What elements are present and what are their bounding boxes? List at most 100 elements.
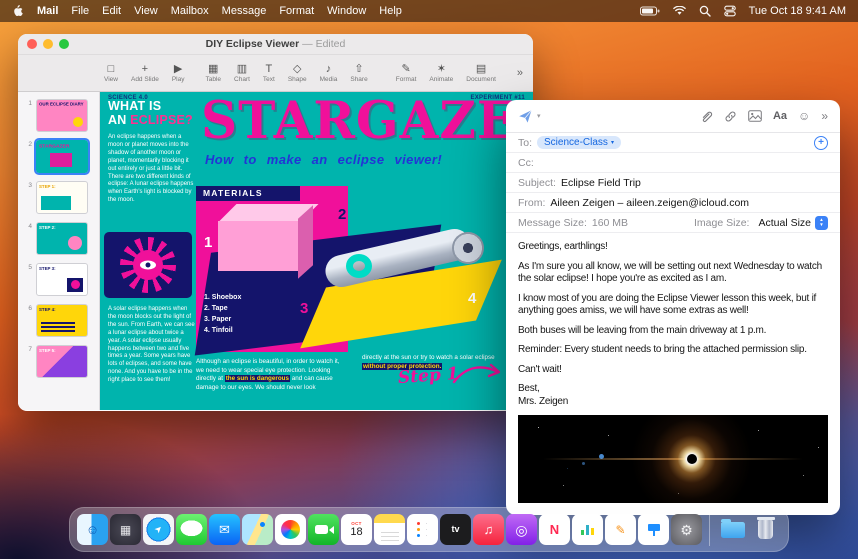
- wifi-icon[interactable]: [672, 6, 686, 16]
- slide-thumbnail-1[interactable]: OUR ECLIPSE DIARY: [36, 99, 88, 132]
- add-slide-button[interactable]: + Add Slide: [131, 63, 159, 83]
- apple-menu-icon[interactable]: [12, 4, 24, 18]
- subject-field[interactable]: Subject: Eclipse Field Trip: [506, 173, 840, 193]
- slide-number: 7: [28, 346, 32, 353]
- cc-field[interactable]: Cc:: [506, 153, 840, 173]
- dock-mail[interactable]: ✉: [209, 514, 240, 545]
- slide-thumb-label: STEP 5:: [39, 348, 56, 353]
- dock-downloads-folder[interactable]: [717, 514, 748, 545]
- body-paragraph: Greetings, earthlings!: [518, 241, 608, 252]
- dock-tv[interactable]: tv: [440, 514, 471, 545]
- slide-thumb-label: STEP 2:: [39, 225, 56, 230]
- photo-browser-icon[interactable]: [748, 110, 762, 122]
- dock-system-settings[interactable]: ⚙: [671, 514, 702, 545]
- send-options-chevron[interactable]: ▾: [537, 112, 541, 120]
- dock-keynote[interactable]: [638, 514, 669, 545]
- document-button[interactable]: ▤ Document: [466, 63, 496, 83]
- menu-message[interactable]: Message: [222, 5, 267, 17]
- slide-row: 1 OUR ECLIPSE DIARY: [22, 99, 99, 132]
- menu-mail[interactable]: Mail: [37, 5, 58, 17]
- media-icon: ♪: [325, 62, 332, 75]
- menu-format[interactable]: Format: [279, 5, 314, 17]
- share-button[interactable]: ⇧ Share: [350, 63, 367, 83]
- animate-button[interactable]: ✶ Animate: [429, 63, 453, 83]
- shape-button[interactable]: ◇ Shape: [288, 63, 307, 83]
- slide-number: 4: [28, 223, 32, 230]
- to-field[interactable]: To: Science-Class ▾ +: [506, 133, 840, 153]
- control-center-icon[interactable]: [723, 5, 736, 17]
- menu-mailbox[interactable]: Mailbox: [171, 5, 209, 17]
- gear-icon: ⚙: [680, 521, 693, 538]
- dock-reminders[interactable]: [407, 514, 438, 545]
- minimize-button[interactable]: [43, 39, 53, 49]
- close-button[interactable]: [27, 39, 37, 49]
- dock-music[interactable]: ♫: [473, 514, 504, 545]
- dock-notes[interactable]: [374, 514, 405, 545]
- dock-facetime[interactable]: [308, 514, 339, 545]
- slide-thumbnail-6[interactable]: STEP 4:: [36, 304, 88, 337]
- dock-podcasts[interactable]: ◎: [506, 514, 537, 545]
- window-title: DIY Eclipse Viewer — Edited: [18, 38, 533, 50]
- view-button[interactable]: □ View: [104, 63, 118, 83]
- dock-safari[interactable]: ➤: [143, 514, 174, 545]
- keynote-titlebar[interactable]: DIY Eclipse Viewer — Edited: [18, 34, 533, 55]
- slide-thumbnail-3[interactable]: STEP 1:: [36, 181, 88, 214]
- slide-canvas[interactable]: SCIENCE 4.0 EXPERIMENT #11 WHAT IS AN EC…: [100, 92, 533, 410]
- slide-thumbnail-5[interactable]: STEP 3:: [36, 263, 88, 296]
- add-recipient-button[interactable]: +: [814, 135, 828, 150]
- materials-list: 1. Shoebox 2. Tape 3. Paper 4. Tinfoil: [204, 293, 241, 336]
- sun-illustration: [104, 232, 192, 298]
- play-button[interactable]: ▶ Play: [172, 63, 185, 83]
- menu-edit[interactable]: Edit: [102, 5, 121, 17]
- toolbar-overflow-icon[interactable]: »: [821, 109, 828, 123]
- slide-thumbnail-4[interactable]: STEP 2:: [36, 222, 88, 255]
- dock-photos[interactable]: [275, 514, 306, 545]
- chart-button[interactable]: ▥ Chart: [234, 63, 250, 83]
- mail-toolbar[interactable]: ▾ Aa ☺ »: [506, 100, 840, 133]
- text-button[interactable]: T Text: [263, 63, 275, 83]
- dock-calendar[interactable]: OCT 18: [341, 514, 372, 545]
- menu-view[interactable]: View: [134, 5, 158, 17]
- dock-numbers[interactable]: [572, 514, 603, 545]
- menu-help[interactable]: Help: [379, 5, 402, 17]
- caution-text-left: Although an eclipse is beautiful, in ord…: [196, 358, 348, 392]
- format-button[interactable]: ✎ Format: [396, 63, 417, 83]
- link-icon[interactable]: [724, 110, 737, 123]
- toolbar-overflow-chevron[interactable]: »: [517, 67, 523, 79]
- body-paragraph: Can't wait!: [518, 363, 562, 375]
- dock-maps[interactable]: [242, 514, 273, 545]
- trash-icon: [756, 517, 775, 539]
- attach-icon[interactable]: [700, 110, 713, 123]
- menu-bar-clock[interactable]: Tue Oct 18 9:41 AM: [749, 5, 846, 17]
- format-icon: ✎: [401, 62, 411, 75]
- emoji-icon[interactable]: ☺: [798, 109, 810, 123]
- slide-navigator: 1 OUR ECLIPSE DIARY 2 STARGAZER 3 STEP 1: 4…: [18, 92, 100, 410]
- dock-finder[interactable]: ☺: [77, 514, 108, 545]
- window-controls: [27, 39, 69, 49]
- dock-pages[interactable]: ✎: [605, 514, 636, 545]
- menu-file[interactable]: File: [71, 5, 89, 17]
- from-value: Aileen Zeigen – aileen.zeigen@icloud.com: [550, 196, 750, 209]
- signature-line: Best,: [518, 383, 540, 394]
- table-button[interactable]: ▦ Table: [205, 63, 221, 83]
- send-button[interactable]: [518, 109, 533, 124]
- image-size-value: Actual Size: [758, 216, 811, 229]
- image-size-popup-button[interactable]: ▲ ▼: [815, 215, 828, 230]
- battery-icon[interactable]: [639, 6, 660, 16]
- dock-trash[interactable]: [750, 514, 781, 545]
- eclipse-photo-attachment[interactable]: [518, 415, 828, 503]
- media-button[interactable]: ♪ Media: [320, 63, 338, 83]
- search-icon[interactable]: [699, 5, 711, 17]
- recipient-token[interactable]: Science-Class ▾: [537, 136, 621, 149]
- dock-news[interactable]: N: [539, 514, 570, 545]
- format-icon[interactable]: Aa: [773, 110, 787, 122]
- pages-icon: ✎: [615, 522, 626, 537]
- message-body-editor[interactable]: Greetings, earthlings! As I'm sure you a…: [506, 233, 840, 408]
- dock-messages[interactable]: [176, 514, 207, 545]
- dock-launchpad[interactable]: ▦: [110, 514, 141, 545]
- slide-thumbnail-7[interactable]: STEP 5:: [36, 345, 88, 378]
- menu-window[interactable]: Window: [327, 5, 366, 17]
- slide-thumbnail-2-selected[interactable]: STARGAZER: [34, 138, 90, 175]
- zoom-button[interactable]: [59, 39, 69, 49]
- from-field[interactable]: From: Aileen Zeigen – aileen.zeigen@iclo…: [506, 193, 840, 213]
